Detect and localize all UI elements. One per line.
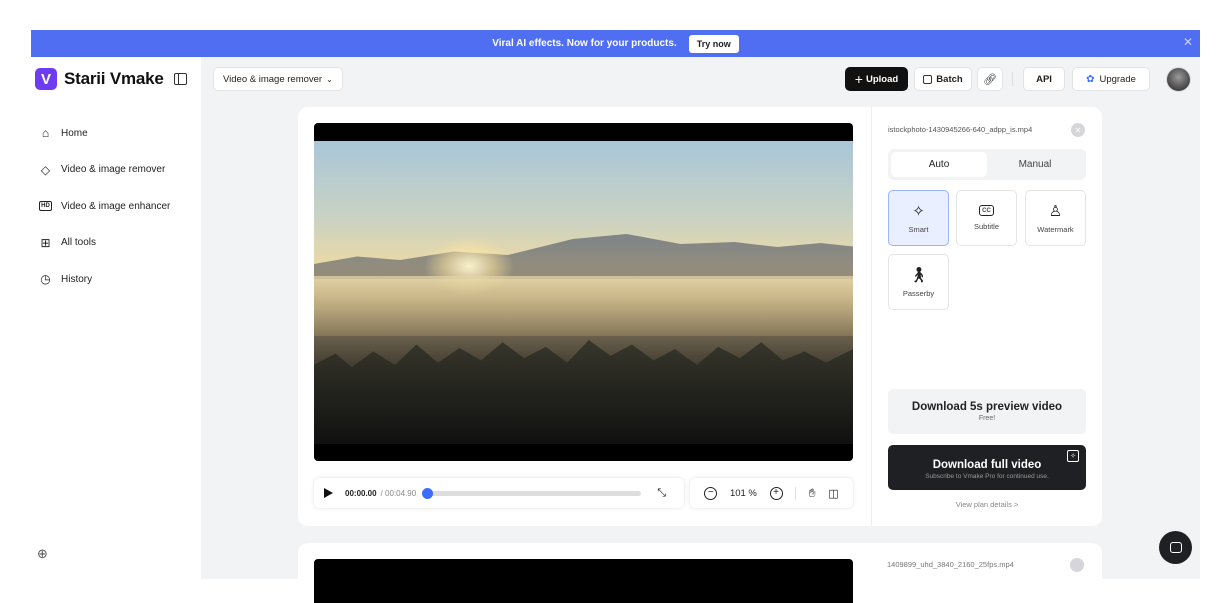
top-spacer xyxy=(0,0,1223,30)
file-name-second: 1409899_uhd_3840_2160_25fps.mp4 xyxy=(887,560,1014,569)
tool-smart[interactable]: ✧ Smart xyxy=(888,190,949,246)
api-button[interactable]: API xyxy=(1023,67,1065,91)
magic-wand-icon: ✧ xyxy=(912,203,925,220)
zoom-out-icon[interactable]: − xyxy=(704,486,718,500)
remove-file-icon[interactable]: ✕ xyxy=(1071,123,1085,137)
hand-icon[interactable]: ✋︎ xyxy=(809,486,816,501)
media-card: 00:00.00 / 00:04.90 ⤡ − 101 % + ✋︎ ◫ ist… xyxy=(298,107,1102,526)
download-full-subtitle: Subscribe to Vmake Pro for continued use… xyxy=(925,473,1049,480)
clock-icon: ◷ xyxy=(40,272,51,287)
batch-label: Batch xyxy=(936,73,963,85)
upgrade-button[interactable]: ✿ Upgrade xyxy=(1072,67,1150,91)
pro-badge-icon: ✧ xyxy=(1067,450,1079,462)
toolbar-divider xyxy=(1012,72,1013,86)
tab-manual[interactable]: Manual xyxy=(987,152,1083,177)
batch-button[interactable]: Batch xyxy=(914,67,972,91)
compare-icon[interactable]: ◫ xyxy=(828,487,838,500)
globe-icon[interactable]: ⊕ xyxy=(37,546,48,562)
download-full-button[interactable]: ✧ Download full video Subscribe to Vmake… xyxy=(888,445,1086,490)
tool-label: Smart xyxy=(908,225,929,234)
hd-icon: HD xyxy=(39,201,52,212)
promo-banner: Viral AI effects. Now for your products.… xyxy=(31,30,1200,57)
gem-icon: ✿ xyxy=(1086,73,1095,85)
link-icon: 🔗︎ xyxy=(983,73,997,86)
tool-passerby[interactable]: 🚶︎ Passerby xyxy=(888,254,949,310)
video-preview-second[interactable] xyxy=(314,559,853,603)
sidebar-item-label: Video & image enhancer xyxy=(61,200,171,212)
tool-select-dropdown[interactable]: Video & image remover ⌄ xyxy=(213,67,343,91)
media-card-second: 1409899_uhd_3840_2160_25fps.mp4 xyxy=(298,543,1102,603)
video-preview[interactable] xyxy=(314,123,853,461)
download-preview-subtitle: Free! xyxy=(978,415,996,422)
timeline-slider[interactable] xyxy=(422,487,642,499)
chat-icon xyxy=(1169,542,1182,553)
walking-person-icon: 🚶︎ xyxy=(908,267,929,284)
brand-name: Starii Vmake xyxy=(64,69,164,88)
frame-trees xyxy=(314,340,853,444)
current-time: 00:00.00 xyxy=(345,488,377,498)
banner-text: Viral AI effects. Now for your products. xyxy=(492,38,677,49)
download-preview-title: Download 5s preview video xyxy=(911,401,1063,413)
sidebar-item-label: Home xyxy=(61,127,88,139)
total-time: / 00:04.90 xyxy=(380,488,417,498)
timeline-handle[interactable] xyxy=(422,487,434,499)
frame-fog xyxy=(314,276,853,336)
watermark-icon: ♙ xyxy=(1048,203,1063,220)
tool-label: Subtitle xyxy=(973,222,1000,231)
tool-subtitle[interactable]: CC Subtitle xyxy=(956,190,1017,246)
tool-select-label: Video & image remover xyxy=(223,73,323,85)
sidebar-item-history[interactable]: ◷ History xyxy=(39,261,170,298)
eraser-icon: ◇ xyxy=(40,162,51,177)
sidebar-nav: ⌂ Home ◇ Video & image remover HD Video … xyxy=(39,115,170,298)
sidebar: V Starii Vmake ⌂ Home ◇ Video & image re… xyxy=(31,57,201,579)
home-icon: ⌂ xyxy=(41,126,50,141)
download-full-title: Download full video xyxy=(932,459,1042,471)
logo-mark: V xyxy=(35,68,57,90)
avatar[interactable] xyxy=(1166,67,1191,92)
sidebar-item-remover[interactable]: ◇ Video & image remover xyxy=(39,152,170,189)
tool-label: Passerby xyxy=(902,289,935,298)
upload-label: Upload xyxy=(865,73,899,85)
tab-auto[interactable]: Auto xyxy=(891,152,987,177)
grid-icon: ⊞ xyxy=(40,235,51,250)
remove-file-icon[interactable] xyxy=(1070,558,1084,572)
zoom-controls: − 101 % + ✋︎ ◫ xyxy=(690,478,853,508)
tool-label: Watermark xyxy=(1037,225,1074,234)
subtitle-icon: CC xyxy=(979,205,994,216)
sidebar-item-home[interactable]: ⌂ Home xyxy=(39,115,170,152)
upload-button[interactable]: + Upload xyxy=(845,67,908,91)
zoom-in-icon[interactable]: + xyxy=(769,486,783,500)
sidebar-item-label: All tools xyxy=(61,237,97,249)
view-plan-link[interactable]: View plan details > xyxy=(888,500,1086,509)
upgrade-label: Upgrade xyxy=(1099,73,1136,85)
chat-support-button[interactable] xyxy=(1159,531,1192,564)
zoom-level: 101 % xyxy=(729,487,757,499)
batch-icon xyxy=(923,74,933,84)
plus-icon: + xyxy=(854,71,863,87)
try-now-button[interactable]: Try now xyxy=(688,34,739,53)
sidebar-item-all-tools[interactable]: ⊞ All tools xyxy=(39,225,170,262)
mode-tabs: Auto Manual xyxy=(888,149,1086,180)
file-name: istockphoto-1430945266-640_adpp_is.mp4 xyxy=(888,125,1033,134)
api-label: API xyxy=(1036,73,1052,85)
sidebar-item-enhancer[interactable]: HD Video & image enhancer xyxy=(39,188,170,225)
zoom-divider xyxy=(795,486,797,500)
expand-icon[interactable]: ⤡ xyxy=(657,487,666,500)
play-icon[interactable] xyxy=(324,488,333,498)
close-icon[interactable]: ✕ xyxy=(1183,35,1193,49)
sidebar-toggle-icon[interactable] xyxy=(173,73,187,85)
playback-controls: 00:00.00 / 00:04.90 ⤡ xyxy=(314,478,684,508)
link-button[interactable]: 🔗︎ xyxy=(977,67,1003,91)
sidebar-item-label: Video & image remover xyxy=(61,164,166,176)
brand-logo[interactable]: V Starii Vmake xyxy=(35,68,187,90)
chevron-down-icon: ⌄ xyxy=(326,74,333,84)
options-panel: istockphoto-1430945266-640_adpp_is.mp4 ✕… xyxy=(871,107,1102,526)
tool-watermark[interactable]: ♙ Watermark xyxy=(1025,190,1086,246)
video-frame xyxy=(314,141,853,444)
frame-mountains xyxy=(314,234,853,279)
sidebar-item-label: History xyxy=(61,273,93,285)
download-preview-button[interactable]: Download 5s preview video Free! xyxy=(888,389,1086,434)
